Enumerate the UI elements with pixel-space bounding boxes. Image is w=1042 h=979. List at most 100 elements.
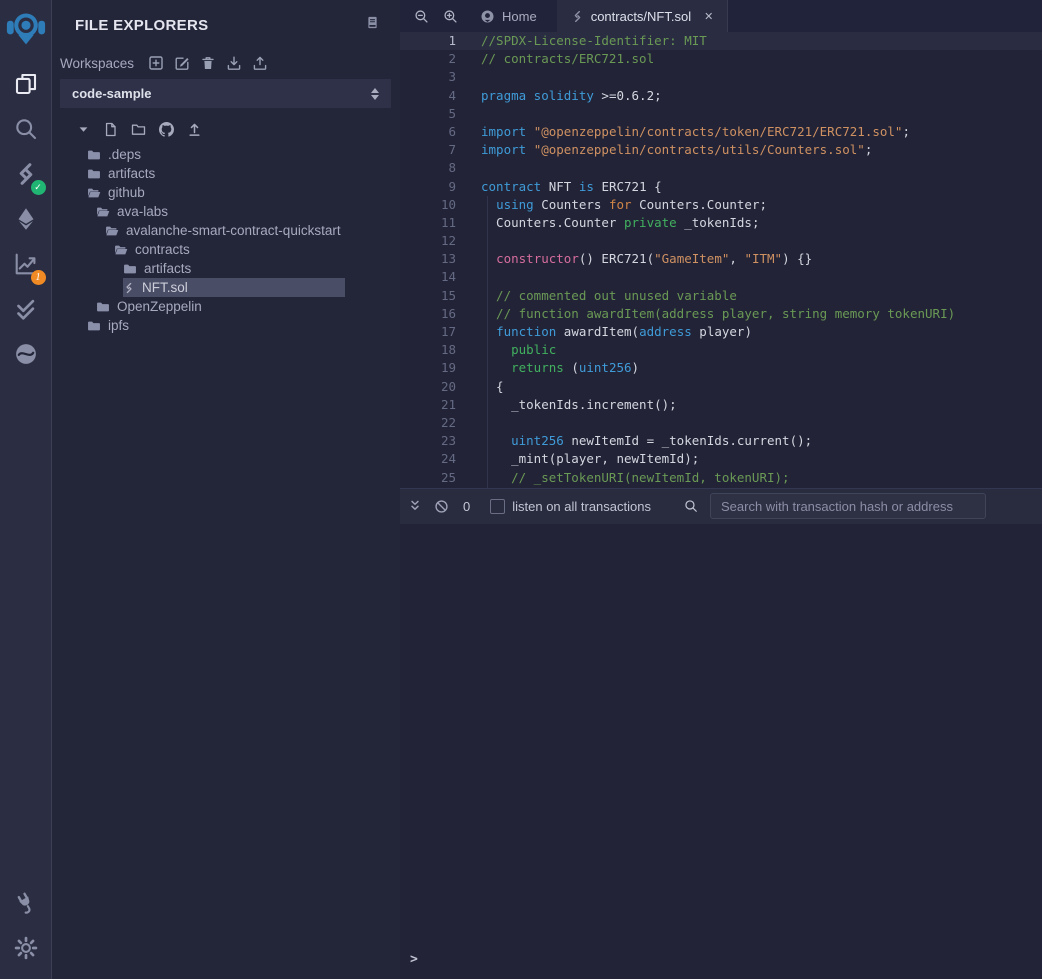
line-number: 17 [400,323,481,341]
folder-open-icon [87,186,101,200]
solidity-file-icon [123,282,135,294]
solidity-compiler-success-badge: ✓ [31,180,46,195]
listen-checkbox[interactable] [490,499,505,514]
line-number: 12 [400,232,481,250]
line-number: 9 [400,178,481,196]
restore-workspace-icon[interactable] [252,55,268,71]
code-text: returns (uint256) [481,359,639,377]
rail-item-search[interactable] [0,109,52,154]
folder-closed-icon [87,167,101,181]
book-icon[interactable] [365,15,380,35]
search-icon [684,499,698,513]
collapse-all-icon[interactable] [77,123,90,136]
delete-workspace-icon[interactable] [200,55,216,71]
remix-logo[interactable] [0,0,52,56]
expand-terminal-icon[interactable] [408,499,422,513]
new-file-icon[interactable] [103,122,118,137]
code-text: constructor() ERC721("GameItem", "ITM") … [481,250,812,268]
rename-workspace-icon[interactable] [174,55,190,71]
transaction-search-input[interactable] [710,493,986,519]
code-line: 21 _tokenIds.increment(); [400,396,1042,414]
tree-item-avalanche-smart-contract-quickstart[interactable]: avalanche-smart-contract-quickstart [52,221,400,240]
line-number: 14 [400,268,481,286]
listen-label: listen on all transactions [512,499,651,514]
folder-closed-icon [87,319,101,333]
code-text: contract NFT is ERC721 { [481,178,662,196]
zoom-in-icon[interactable] [443,9,458,24]
folder-closed-icon [96,300,110,314]
code-text: function awardItem(address player) [481,323,752,341]
rail-item-deploy-run[interactable] [0,199,52,244]
code-text: // _setTokenURI(newItemId, tokenURI); [481,469,790,487]
rail-item-static-analysis[interactable]: 1 [0,244,52,289]
pending-tx-count: 0 [463,499,470,514]
new-folder-icon[interactable] [131,122,146,137]
plugin-manager-icon [14,891,38,920]
code-line: 6import "@openzeppelin/contracts/token/E… [400,123,1042,141]
tree-item-label: artifacts [108,166,155,181]
tree-item-label: NFT.sol [142,280,188,295]
code-text: { [481,378,504,396]
tree-item--deps[interactable]: .deps [52,145,400,164]
panel-title: FILE EXPLORERS [75,17,208,34]
code-text: _mint(player, newItemId); [481,450,699,468]
rail-item-plugin-manager[interactable] [0,883,52,928]
code-text: _tokenIds.increment(); [481,396,677,414]
code-line: 11 Counters.Counter private _tokenIds; [400,214,1042,232]
tree-item-artifacts[interactable]: artifacts [52,164,400,183]
tree-item-ipfs[interactable]: ipfs [52,316,400,335]
zoom-out-icon[interactable] [414,9,429,24]
plugin-circle-icon [14,342,38,371]
folder-open-icon [96,205,110,219]
tab-nft-sol[interactable]: contracts/NFT.sol ✕ [557,0,729,32]
tree-item-contracts[interactable]: contracts [52,240,400,259]
solidity-file-icon [571,10,584,23]
folder-open-icon [105,224,119,238]
download-workspace-icon[interactable] [226,55,242,71]
terminal-output[interactable]: > [400,524,1042,979]
code-line: 24 _mint(player, newItemId); [400,450,1042,468]
folder-closed-icon [123,262,137,276]
rail-item-plugin-circle[interactable] [0,334,52,379]
tree-item-label: ipfs [108,318,129,333]
code-line: 15 // commented out unused variable [400,287,1042,305]
search-icon [14,117,38,146]
clear-console-icon[interactable] [434,499,449,514]
tree-item-label: OpenZeppelin [117,299,202,314]
code-line: 4pragma solidity >=0.6.2; [400,87,1042,105]
workspace-select[interactable]: code-sample [60,79,391,108]
static-analysis-count-badge: 1 [31,270,46,285]
rail-item-file-explorer[interactable] [0,64,52,109]
line-number: 5 [400,105,481,123]
tree-item-label: contracts [135,242,190,257]
file-explorer-icon [14,72,38,101]
tab-home[interactable]: Home [466,0,551,32]
workspace-selected: code-sample [72,86,151,101]
rail-item-settings[interactable] [0,928,52,973]
code-text: // contracts/ERC721.sol [481,50,654,68]
tree-item-nft-sol[interactable]: NFT.sol [52,278,400,297]
rail-item-solidity-compiler[interactable]: ✓ [0,154,52,199]
line-number: 21 [400,396,481,414]
code-editor[interactable]: 1//SPDX-License-Identifier: MIT2// contr… [400,32,1042,488]
tree-item-artifacts[interactable]: artifacts [52,259,400,278]
deploy-run-icon [14,207,38,236]
tree-item-ava-labs[interactable]: ava-labs [52,202,400,221]
tree-item-label: ava-labs [117,204,168,219]
code-line: 12 [400,232,1042,250]
file-explorer-panel: FILE EXPLORERS Workspaces code-sample .d… [52,0,400,979]
tree-item-openzeppelin[interactable]: OpenZeppelin [52,297,400,316]
publish-upload-icon[interactable] [187,122,202,137]
code-line: 20 { [400,378,1042,396]
tree-item-github[interactable]: github [52,183,400,202]
code-text: import "@openzeppelin/contracts/token/ER… [481,123,910,141]
rail-item-unit-testing[interactable] [0,289,52,334]
line-number: 18 [400,341,481,359]
create-workspace-icon[interactable] [148,55,164,71]
icon-rail: ✓1 [0,0,52,979]
close-tab-icon[interactable]: ✕ [704,10,713,23]
code-text: //SPDX-License-Identifier: MIT [481,32,707,50]
code-text: pragma solidity >=0.6.2; [481,87,662,105]
select-caret-icon [371,88,379,100]
clone-github-icon[interactable] [159,122,174,137]
